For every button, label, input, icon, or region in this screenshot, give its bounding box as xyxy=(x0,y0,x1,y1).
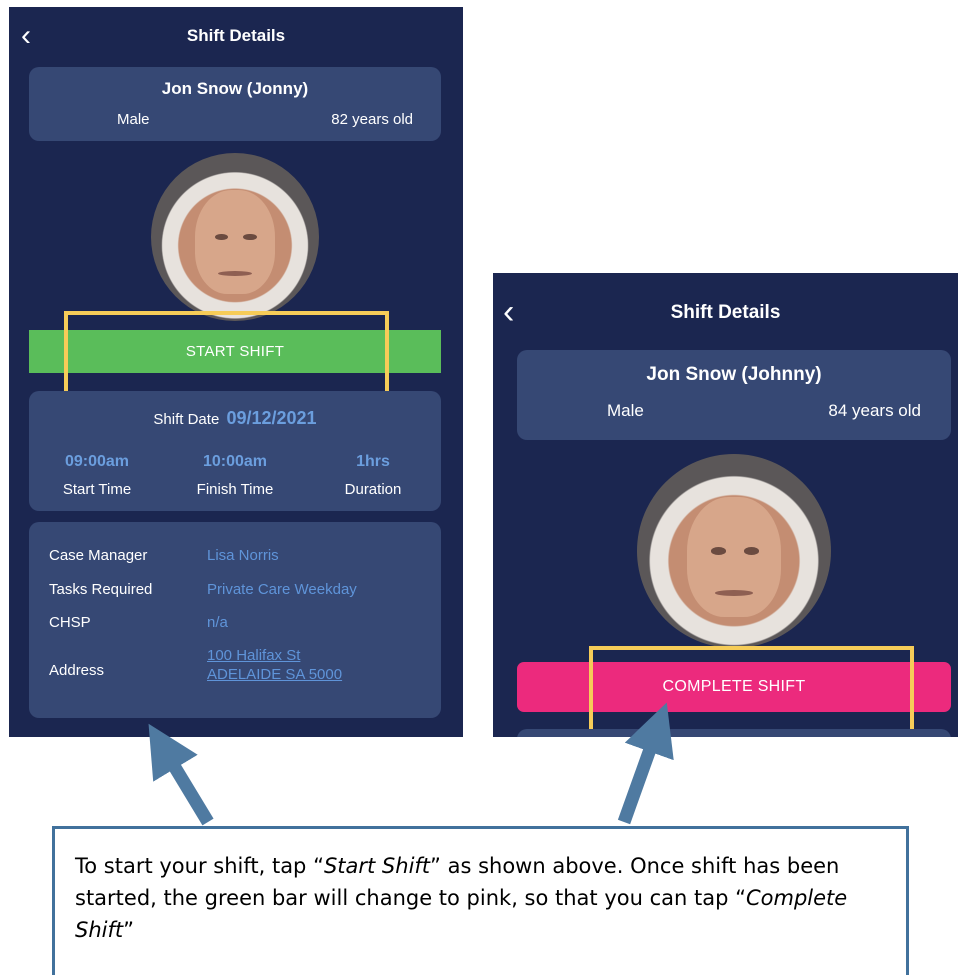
note-text-3: ” xyxy=(123,918,134,942)
arrow-to-start-shift xyxy=(148,723,214,826)
note-text-1: To start your shift, tap “ xyxy=(75,854,324,878)
instruction-note: To start your shift, tap “Start Shift” a… xyxy=(52,826,909,975)
arrow-to-complete-shift xyxy=(617,702,674,825)
note-start-shift-emphasis: Start Shift xyxy=(323,854,431,878)
